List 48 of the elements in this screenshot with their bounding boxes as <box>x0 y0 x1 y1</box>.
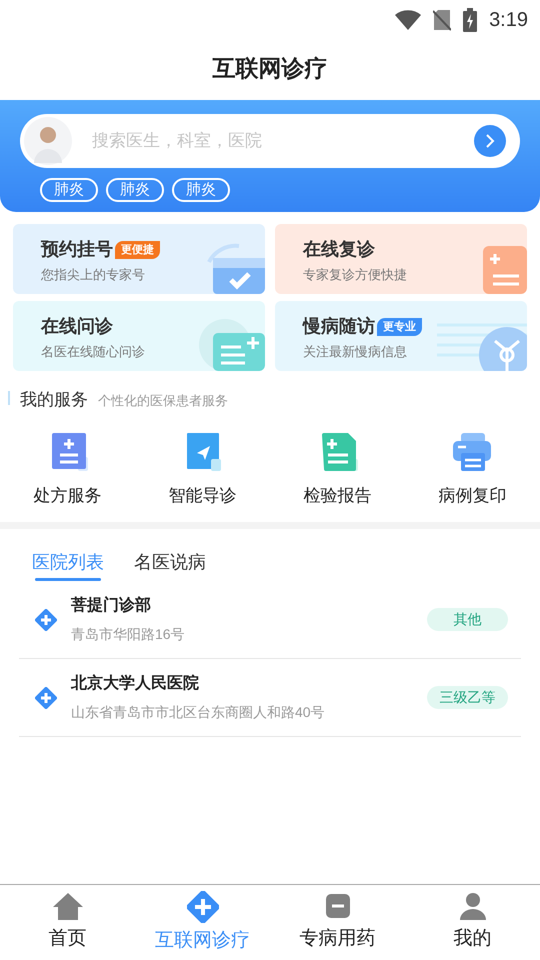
service-button[interactable]: 病例复印 <box>405 430 540 508</box>
hospital-address: 山东省青岛市市北区台东商圈人和路40号 <box>71 703 326 722</box>
hospital-name: 北京大学人民医院 <box>71 673 200 694</box>
plus-icon <box>186 891 218 923</box>
nav-tab[interactable]: 专病用药 <box>270 891 405 960</box>
nav-tab[interactable]: 我的 <box>405 891 540 960</box>
home-icon <box>52 891 84 921</box>
calendar-icon <box>205 242 265 294</box>
service-button[interactable]: 处方服务 <box>0 430 135 508</box>
search-field[interactable]: 搜索医生，科室，医院 <box>20 114 520 168</box>
avatar-icon <box>24 117 72 165</box>
feature-card[interactable]: 在线问诊 名医在线随心问诊 <box>13 301 265 371</box>
hospital-name: 菩提门诊部 <box>71 595 152 616</box>
plus-icon <box>35 686 57 708</box>
hospital-row[interactable]: 菩提门诊部 青岛市华阳路16号 其他 <box>19 581 521 659</box>
chevron-right-icon <box>485 133 495 149</box>
hospital-level: 三级乙等 <box>427 686 508 709</box>
service-button[interactable]: 智能导诊 <box>135 430 270 508</box>
plus-icon <box>35 608 57 630</box>
card-badge: 更专业 <box>377 318 422 336</box>
card-title: 慢病随访 <box>303 315 375 338</box>
card-title: 在线复诊 <box>303 238 375 261</box>
card-badge: 更便捷 <box>115 240 160 258</box>
feature-card[interactable]: 慢病随访 更专业 关注最新慢病信息 <box>275 301 527 371</box>
card-title: 预约挂号 <box>41 238 113 261</box>
feature-card[interactable]: 预约挂号 更便捷 您指尖上的专家号 <box>13 224 265 294</box>
hospital-level: 其他 <box>427 608 508 631</box>
card-subtitle: 专家复诊方便快捷 <box>303 266 408 284</box>
nav-tab[interactable]: 首页 <box>0 891 135 960</box>
wifi-icon <box>395 10 422 30</box>
card-subtitle: 您指尖上的专家号 <box>41 266 146 284</box>
page-title: 互联网诊疗 <box>212 54 328 83</box>
hospital-address: 青岛市华阳路16号 <box>71 625 186 644</box>
section-title: 我的服务 <box>20 389 88 411</box>
card-subtitle: 名医在线随心问诊 <box>41 343 146 361</box>
card-title: 在线问诊 <box>41 315 113 338</box>
no-sim-icon <box>433 9 452 31</box>
card-subtitle: 关注最新慢病信息 <box>303 343 408 361</box>
service-button[interactable]: 检验报告 <box>270 430 405 508</box>
battery-icon <box>463 8 478 32</box>
feature-card[interactable]: 在线复诊 专家复诊方便快捷 <box>275 224 527 294</box>
hospital-row[interactable]: 北京大学人民医院 山东省青岛市市北区台东商圈人和路40号 三级乙等 <box>19 659 521 737</box>
list-tab[interactable]: 名医说病 <box>134 549 206 581</box>
person-icon <box>458 891 488 921</box>
status-time: 3:19 <box>489 8 528 33</box>
search-input[interactable]: 搜索医生，科室，医院 <box>92 128 474 154</box>
search-go-button[interactable] <box>474 125 506 157</box>
section-subtitle: 个性化的医保患者服务 <box>98 392 228 410</box>
